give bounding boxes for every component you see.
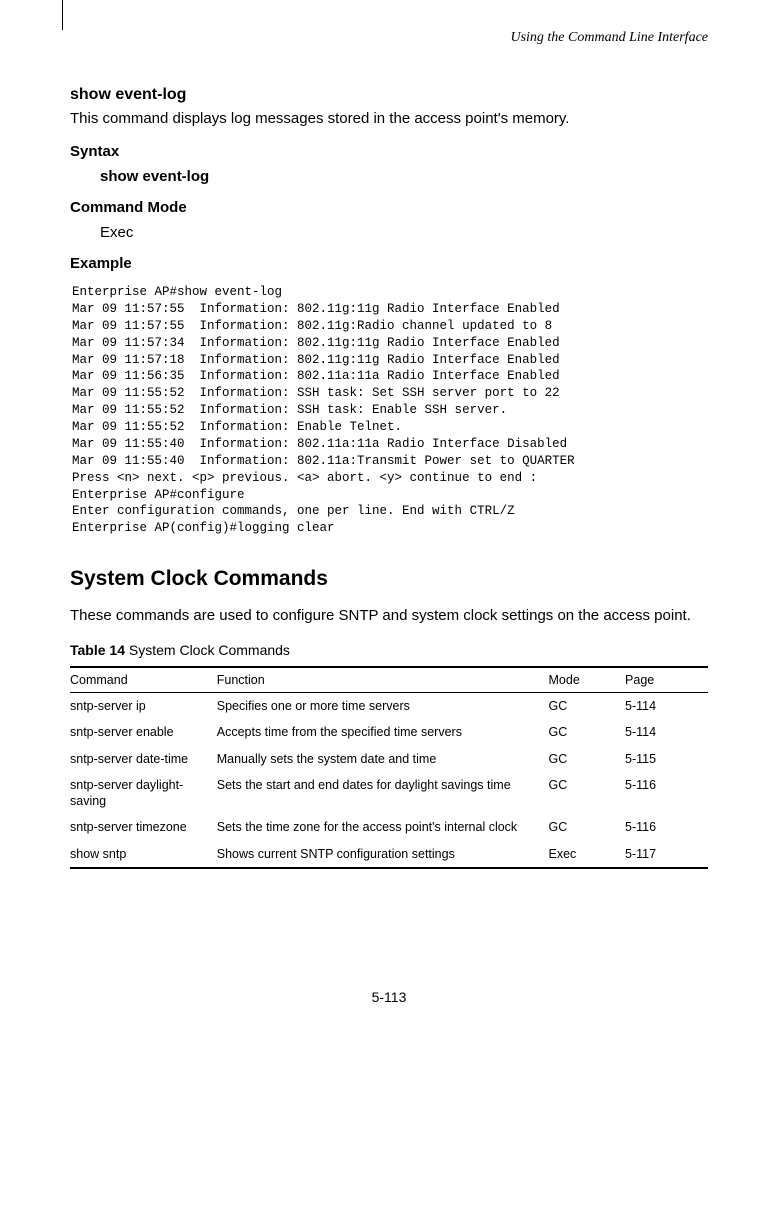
table-header-page: Page: [625, 667, 708, 693]
page-header-section: Using the Command Line Interface: [70, 30, 708, 46]
command-mode-value: Exec: [100, 224, 708, 241]
cell-function: Specifies one or more time servers: [217, 693, 549, 720]
cell-page: 5-117: [625, 841, 708, 868]
cell-function: Sets the time zone for the access point'…: [217, 814, 549, 840]
cell-page: 5-116: [625, 772, 708, 815]
table-caption-number: Table 14: [70, 642, 125, 658]
table-row: sntp-server timezone Sets the time zone …: [70, 814, 708, 840]
cell-mode: GC: [549, 772, 626, 815]
cell-command: sntp-server timezone: [70, 814, 217, 840]
table-row: sntp-server daylight-saving Sets the sta…: [70, 772, 708, 815]
table-row: show sntp Shows current SNTP configurati…: [70, 841, 708, 868]
table-header-command: Command: [70, 667, 217, 693]
cell-page: 5-115: [625, 746, 708, 772]
cell-function: Accepts time from the specified time ser…: [217, 719, 549, 745]
cell-mode: GC: [549, 693, 626, 720]
cell-function: Manually sets the system date and time: [217, 746, 549, 772]
table-header-mode: Mode: [549, 667, 626, 693]
cell-page: 5-114: [625, 693, 708, 720]
cell-page: 5-114: [625, 719, 708, 745]
table-caption: Table 14 System Clock Commands: [70, 642, 708, 658]
vertical-tick: [62, 0, 63, 30]
page-number: 5-113: [70, 989, 708, 1005]
commands-table: Command Function Mode Page sntp-server i…: [70, 666, 708, 869]
section-description: These commands are used to configure SNT…: [70, 605, 708, 626]
table-header-row: Command Function Mode Page: [70, 667, 708, 693]
cell-mode: GC: [549, 746, 626, 772]
section-heading: System Clock Commands: [70, 567, 708, 591]
table-caption-title: System Clock Commands: [125, 642, 290, 658]
cell-mode: GC: [549, 719, 626, 745]
command-title: show event-log: [70, 86, 708, 104]
table-row: sntp-server date-time Manually sets the …: [70, 746, 708, 772]
cell-command: sntp-server ip: [70, 693, 217, 720]
cell-function: Shows current SNTP configuration setting…: [217, 841, 549, 868]
example-code-block: Enterprise AP#show event-log Mar 09 11:5…: [72, 284, 708, 537]
cell-mode: GC: [549, 814, 626, 840]
cell-page: 5-116: [625, 814, 708, 840]
table-row: sntp-server enable Accepts time from the…: [70, 719, 708, 745]
table-header-function: Function: [217, 667, 549, 693]
cell-command: show sntp: [70, 841, 217, 868]
cell-command: sntp-server date-time: [70, 746, 217, 772]
example-label: Example: [70, 255, 708, 272]
syntax-value: show event-log: [100, 168, 708, 185]
cell-function: Sets the start and end dates for dayligh…: [217, 772, 549, 815]
cell-command: sntp-server enable: [70, 719, 217, 745]
cell-mode: Exec: [549, 841, 626, 868]
table-row: sntp-server ip Specifies one or more tim…: [70, 693, 708, 720]
syntax-label: Syntax: [70, 143, 708, 160]
command-mode-label: Command Mode: [70, 199, 708, 216]
cell-command: sntp-server daylight-saving: [70, 772, 217, 815]
command-description: This command displays log messages store…: [70, 108, 708, 129]
